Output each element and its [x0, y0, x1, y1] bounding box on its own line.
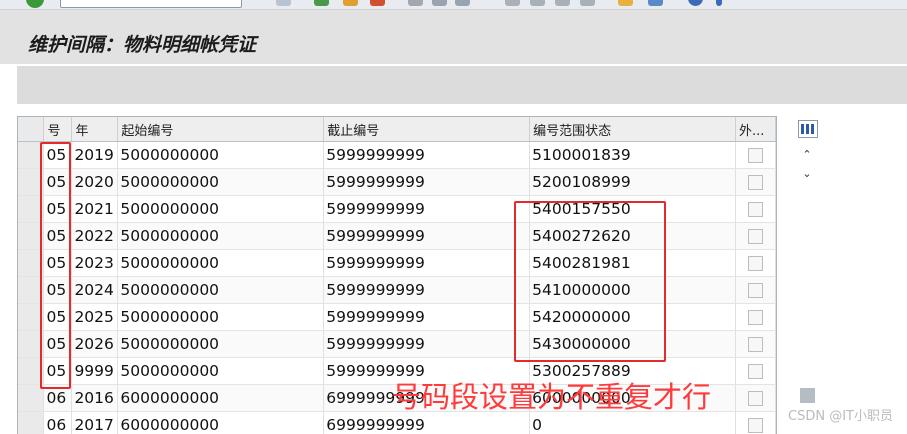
column-header-number-status[interactable]: 编号范围状态: [530, 117, 736, 142]
cell-year[interactable]: 2021: [72, 196, 118, 223]
cell-number-status[interactable]: 5200108999: [530, 169, 736, 196]
cell-external: [735, 142, 775, 169]
select-all-header[interactable]: [18, 117, 44, 142]
external-checkbox[interactable]: [748, 364, 763, 379]
find-icon[interactable]: [432, 0, 447, 6]
page-title: 维护间隔：物料明细帐凭证: [28, 30, 256, 57]
cell-from-number[interactable]: 5000000000: [118, 331, 324, 358]
cell-from-number[interactable]: 5000000000: [118, 196, 324, 223]
cell-year[interactable]: 2016: [72, 385, 118, 412]
highlight-box-number-column: [40, 142, 71, 389]
column-header-year[interactable]: 年: [72, 117, 118, 142]
scrollbar-thumb[interactable]: [800, 388, 815, 403]
customize-icon[interactable]: [716, 0, 722, 6]
cell-external: [735, 385, 775, 412]
external-checkbox[interactable]: [748, 310, 763, 325]
cell-year[interactable]: 2020: [72, 169, 118, 196]
table-settings-icon[interactable]: [798, 120, 818, 138]
cell-number-status[interactable]: 5100001839: [530, 142, 736, 169]
title-bar: 维护间隔：物料明细帐凭证: [0, 9, 907, 64]
table-row[interactable]: 052019500000000059999999995100001839: [18, 142, 776, 169]
cell-to-number[interactable]: 5999999999: [324, 250, 530, 277]
cell-from-number[interactable]: 5000000000: [118, 142, 324, 169]
column-header-no[interactable]: 号: [44, 117, 72, 142]
cell-from-number[interactable]: 5000000000: [118, 169, 324, 196]
cell-external: [735, 331, 775, 358]
help-icon[interactable]: [688, 0, 703, 6]
external-checkbox[interactable]: [748, 337, 763, 352]
cell-to-number[interactable]: 5999999999: [324, 331, 530, 358]
next-page-icon[interactable]: [555, 0, 570, 6]
column-header-from-number[interactable]: 起始编号: [118, 117, 324, 142]
cell-to-number[interactable]: 5999999999: [324, 196, 530, 223]
toolbar: [0, 0, 907, 9]
new-session-icon[interactable]: [618, 0, 633, 6]
cell-year[interactable]: 2017: [72, 412, 118, 434]
cell-number[interactable]: 06: [44, 412, 72, 434]
external-checkbox[interactable]: [748, 391, 763, 406]
cell-external: [735, 304, 775, 331]
external-checkbox[interactable]: [748, 148, 763, 163]
cell-from-number[interactable]: 5000000000: [118, 250, 324, 277]
annotation-note: 号码段设置为不重复才行: [392, 377, 711, 417]
cell-external: [735, 277, 775, 304]
last-page-icon[interactable]: [580, 0, 595, 6]
cell-to-number[interactable]: 5999999999: [324, 277, 530, 304]
confirm-icon[interactable]: [26, 0, 44, 8]
highlight-box-status-column: [514, 201, 666, 362]
cell-external: [735, 196, 775, 223]
cell-from-number[interactable]: 5000000000: [118, 358, 324, 385]
application-toolbar: [17, 66, 907, 104]
exit-icon[interactable]: [343, 0, 358, 6]
cell-from-number[interactable]: 5000000000: [118, 277, 324, 304]
first-page-icon[interactable]: [505, 0, 520, 6]
print-icon[interactable]: [408, 0, 423, 6]
command-field[interactable]: [60, 0, 242, 8]
cell-to-number[interactable]: 5999999999: [324, 304, 530, 331]
cell-external: [735, 169, 775, 196]
prev-page-icon[interactable]: [530, 0, 545, 6]
column-header-to-number[interactable]: 截止编号: [324, 117, 530, 142]
scroll-down-icon[interactable]: ⌄: [801, 168, 813, 180]
back-icon[interactable]: [314, 0, 329, 6]
external-checkbox[interactable]: [748, 256, 763, 271]
external-checkbox[interactable]: [748, 418, 763, 433]
cell-to-number[interactable]: 5999999999: [324, 142, 530, 169]
cell-year[interactable]: 2022: [72, 223, 118, 250]
cell-year[interactable]: 2026: [72, 331, 118, 358]
external-checkbox[interactable]: [748, 283, 763, 298]
cell-year[interactable]: 9999: [72, 358, 118, 385]
cell-year[interactable]: 2024: [72, 277, 118, 304]
cell-year[interactable]: 2023: [72, 250, 118, 277]
scroll-up-icon[interactable]: ⌃: [801, 149, 813, 161]
table-side-controls: ⌃ ⌄: [793, 116, 823, 433]
row-selector[interactable]: [18, 412, 44, 434]
cell-to-number[interactable]: 5999999999: [324, 223, 530, 250]
cell-external: [735, 223, 775, 250]
cell-to-number[interactable]: 5999999999: [324, 169, 530, 196]
cell-year[interactable]: 2019: [72, 142, 118, 169]
table-row[interactable]: 052020500000000059999999995200108999: [18, 169, 776, 196]
save-icon[interactable]: [276, 0, 291, 6]
cell-external: [735, 358, 775, 385]
external-checkbox[interactable]: [748, 175, 763, 190]
cell-external: [735, 412, 775, 434]
find-next-icon[interactable]: [455, 0, 470, 6]
shortcut-icon[interactable]: [648, 0, 663, 6]
table-header: 号 年 起始编号 截止编号 编号范围状态 外...: [18, 117, 776, 142]
cell-year[interactable]: 2025: [72, 304, 118, 331]
cell-external: [735, 250, 775, 277]
cancel-icon[interactable]: [370, 0, 385, 6]
cell-from-number[interactable]: 5000000000: [118, 304, 324, 331]
cell-from-number[interactable]: 6000000000: [118, 412, 324, 434]
cell-from-number[interactable]: 5000000000: [118, 223, 324, 250]
column-header-external[interactable]: 外...: [735, 117, 775, 142]
external-checkbox[interactable]: [748, 229, 763, 244]
external-checkbox[interactable]: [748, 202, 763, 217]
watermark: CSDN @IT小职员: [788, 405, 893, 424]
cell-from-number[interactable]: 6000000000: [118, 385, 324, 412]
